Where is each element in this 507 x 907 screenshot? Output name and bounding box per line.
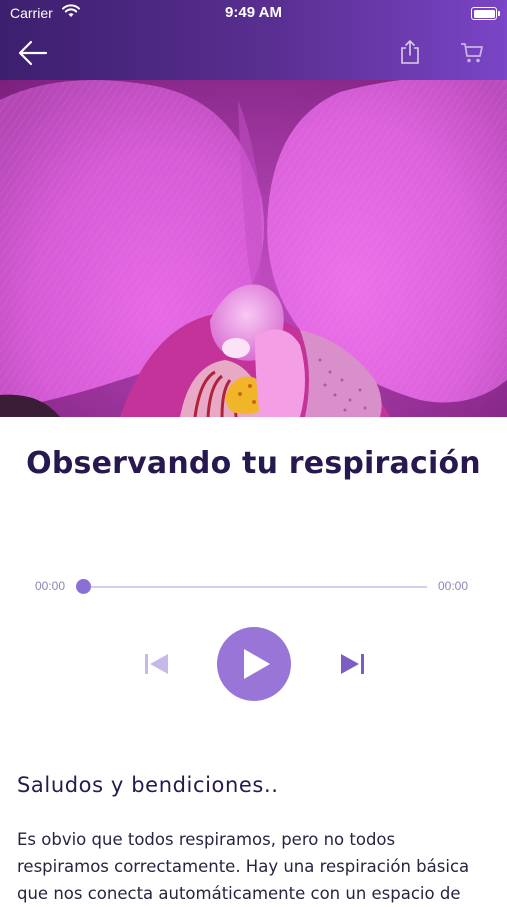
arrow-left-icon[interactable] (18, 40, 48, 66)
cart-icon[interactable] (460, 42, 484, 64)
battery-icon (471, 7, 500, 20)
paragraph-line: que nos conecta automáticamente con un e… (17, 884, 461, 903)
progress-track[interactable] (84, 586, 427, 588)
share-icon[interactable] (399, 39, 421, 65)
top-bar: Carrier 9:49 AM (0, 0, 507, 80)
paragraph-line: respiramos correctamente. Hay una respir… (17, 857, 470, 876)
play-button[interactable] (217, 627, 291, 701)
status-bar: Carrier 9:49 AM (0, 0, 507, 28)
skip-previous-icon[interactable] (144, 652, 170, 676)
paragraph-line: Es obvio que todos respiramos, pero no t… (17, 830, 396, 849)
clock: 9:49 AM (225, 4, 282, 21)
total-time: 00:00 (438, 579, 469, 593)
play-icon (244, 649, 270, 679)
hero-image (0, 80, 507, 417)
elapsed-time: 00:00 (35, 579, 66, 593)
skip-next-icon[interactable] (339, 652, 365, 676)
progress-thumb[interactable] (76, 579, 91, 594)
track-title: Observando tu respiración (26, 446, 481, 481)
description-paragraph: Es obvio que todos respiramos, pero no t… (17, 826, 497, 907)
greeting-heading: Saludos y bendiciones.. (17, 773, 279, 797)
